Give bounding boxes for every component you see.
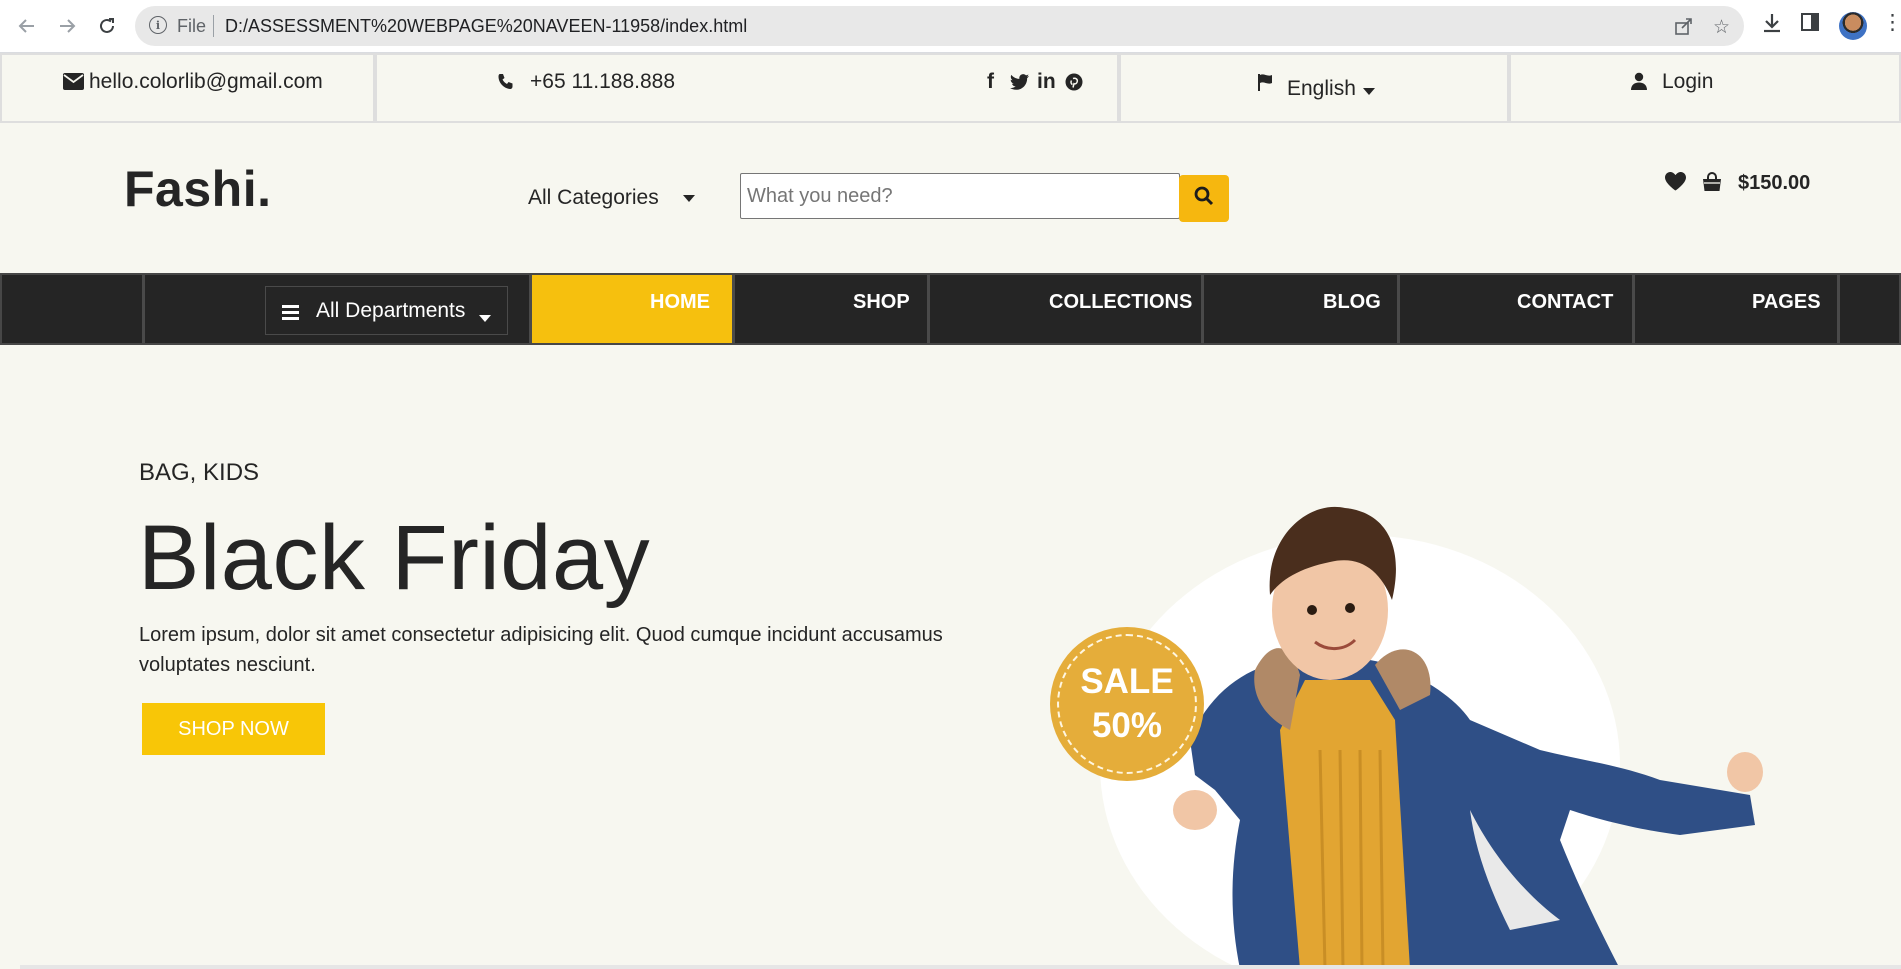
login-link[interactable]: Login [1662,70,1713,94]
menu-kebab-icon[interactable]: ⋮ [1882,10,1901,35]
nav-item-shop[interactable]: SHOP [853,291,910,314]
address-bar[interactable]: i File D:/ASSESSMENT%20WEBPAGE%20NAVEEN-… [135,6,1744,46]
nav-item-contact[interactable]: CONTACT [1517,291,1613,314]
category-select-label: All Categories [528,186,659,209]
bookmark-star-icon[interactable]: ☆ [1713,16,1730,39]
search-button[interactable] [1179,175,1229,222]
bottom-divider [20,965,1901,969]
twitter-icon[interactable] [1010,70,1029,94]
search-icon [1194,186,1214,211]
shop-now-button[interactable]: SHOP NOW [142,703,325,755]
site-info-icon[interactable]: i [149,16,167,34]
phone-text[interactable]: +65 11.188.888 [530,70,675,94]
flag-icon [1257,71,1277,95]
category-select[interactable]: All Categories [528,186,695,210]
hero-description: Lorem ipsum, dolor sit amet consectetur … [139,624,943,676]
phone-icon [497,70,514,94]
browser-toolbar: i File D:/ASSESSMENT%20WEBPAGE%20NAVEEN-… [0,0,1901,53]
reload-icon[interactable] [94,13,120,39]
side-panel-icon[interactable] [1800,12,1820,38]
linkedin-icon[interactable]: in [1037,70,1056,94]
language-caret-icon [1363,79,1375,103]
sale-label: SALE [1080,662,1174,702]
search-input[interactable] [740,173,1180,219]
category-caret-icon [682,186,695,209]
nav-item-pages[interactable]: PAGES [1752,291,1821,314]
envelope-icon [63,70,84,94]
email-cell: hello.colorlib@gmail.com [0,53,375,123]
url-text[interactable]: D:/ASSESSMENT%20WEBPAGE%20NAVEEN-11958/i… [225,16,747,37]
sale-percent: 50% [1091,706,1163,745]
site-logo[interactable]: Fashi. [124,160,271,218]
nav-item-home[interactable]: HOME [650,291,710,314]
hero-title: Black Friday [138,507,651,609]
cart-total[interactable]: $150.00 [1738,172,1810,195]
facebook-icon[interactable]: f [987,70,994,94]
main-navigation: All Departments HOME SHOP COLLECTIONS BL… [0,273,1901,345]
language-cell[interactable]: English [1119,53,1509,123]
forward-arrow-icon[interactable] [54,13,80,39]
share-icon[interactable] [1674,16,1694,42]
heart-icon[interactable] [1665,172,1686,197]
hero-tags: BAG, KIDS [139,459,260,486]
email-text[interactable]: hello.colorlib@gmail.com [89,70,323,94]
pinterest-icon[interactable] [1065,70,1083,94]
shopping-bag-icon[interactable] [1702,172,1722,198]
hero-image: SALE 50% [1040,490,1770,969]
language-label[interactable]: English [1287,77,1356,101]
download-icon[interactable] [1761,12,1783,40]
login-cell[interactable]: Login [1509,53,1901,123]
user-icon [1631,70,1647,94]
back-arrow-icon[interactable] [14,13,40,39]
file-label: File [177,16,207,36]
address-separator [213,15,214,37]
nav-item-collections[interactable]: COLLECTIONS [1049,291,1192,314]
sale-badge: SALE 50% [1050,627,1204,781]
phone-social-cell: +65 11.188.888 f in [375,53,1119,123]
top-info-bar: hello.colorlib@gmail.com +65 11.188.888 … [0,53,1901,123]
nav-item-blog[interactable]: BLOG [1323,291,1381,314]
profile-avatar[interactable] [1839,12,1867,40]
